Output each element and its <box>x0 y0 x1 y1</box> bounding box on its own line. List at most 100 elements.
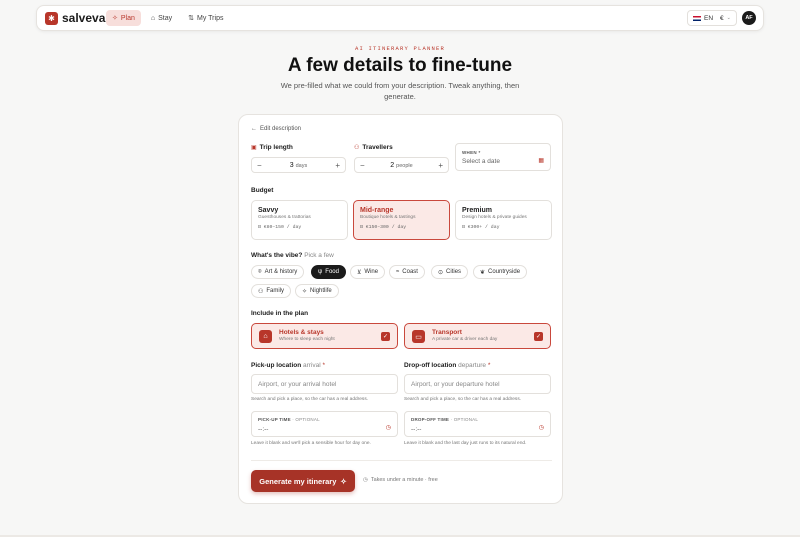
dropoff-time-label: DROP-OFF TIME · OPTIONAL <box>411 417 478 422</box>
chevron-down-icon: ⌄ <box>726 15 731 21</box>
vibe-chip-countryside[interactable]: ❦ Countryside <box>473 265 528 279</box>
generate-itinerary-button[interactable]: Generate my itinerary ✧ <box>251 470 355 492</box>
car-icon: ▭ <box>412 330 425 343</box>
dropoff-time-optional: · OPTIONAL <box>450 417 479 422</box>
nav-tab-label: My Trips <box>197 14 224 22</box>
checkbox-checked-icon[interactable]: ✓ <box>534 332 543 341</box>
chip-label: Countryside <box>488 269 521 275</box>
wallet-icon: ⊟ <box>462 225 465 230</box>
vibe-chip-family[interactable]: ⚇ Family <box>251 284 292 298</box>
vibe-chip-art-history[interactable]: ⌾ Art & history <box>251 265 305 279</box>
include-label: Include in the plan <box>251 310 309 317</box>
vibe-chip-cities[interactable]: ⊙ Cities <box>431 265 469 279</box>
generate-note-text: Takes under a minute · free <box>370 477 438 483</box>
brand-name: salveva <box>62 11 106 25</box>
include-title: Hotels & stays <box>279 329 324 336</box>
people-icon: ⚇ <box>354 145 360 151</box>
increment-button[interactable]: + <box>335 161 340 170</box>
uk-flag-icon <box>693 15 701 21</box>
nav-tab-label: Stay <box>158 14 173 22</box>
pickup-modifier: arrival <box>303 362 321 369</box>
wallet-icon: ⊟ <box>360 225 363 230</box>
travellers-number: 2 <box>390 161 395 169</box>
route-icon: ⇅ <box>188 15 195 22</box>
pickup-time-hint: Leave it blank and we'll pick a sensible… <box>251 441 371 446</box>
budget-option-premium[interactable]: Premium Design hotels & private guides ⊟… <box>455 200 552 240</box>
dropoff-time-value: --:-- <box>411 426 422 433</box>
brand-logo[interactable]: ✱ salveva <box>45 11 105 25</box>
checkbox-checked-icon[interactable]: ✓ <box>381 332 390 341</box>
pickup-time-value: --:-- <box>258 426 269 433</box>
when-placeholder: Select a date <box>462 158 500 165</box>
travellers-label: ⚇ Travellers <box>354 144 393 151</box>
pickup-time-label: PICK-UP TIME · OPTIONAL <box>258 417 320 422</box>
vibe-heading: What's the vibe? Pick a few <box>251 252 334 259</box>
utensils-icon: ψ <box>318 269 323 275</box>
page-title: A few details to fine-tune <box>287 55 513 76</box>
include-transport-toggle[interactable]: ▭ Transport A private car & driver each … <box>404 323 551 349</box>
budget-title: Mid-range <box>360 207 394 214</box>
chip-label: Coast <box>402 269 418 275</box>
trip-length-unit: days <box>295 162 308 169</box>
chip-label: Wine <box>364 269 379 275</box>
travellers-stepper: − 2 people + <box>354 157 449 173</box>
pickup-time-input[interactable]: PICK-UP TIME · OPTIONAL --:-- ◷ <box>251 411 398 437</box>
vibe-chip-coast[interactable]: ≈ Coast <box>389 265 425 279</box>
language-code: EN <box>704 14 714 22</box>
budget-option-savvy[interactable]: Savvy Guesthouses & trattorias ⊟ €80–150… <box>251 200 348 240</box>
edit-description-label: Edit description <box>260 126 302 132</box>
nav-tab-stay[interactable]: ⌂ Stay <box>145 10 178 26</box>
budget-desc: Boutique hotels & tastings <box>360 215 416 220</box>
nav-tab-plan[interactable]: ✧ Plan <box>106 10 141 26</box>
budget-price-text: €80–150 / day <box>263 225 302 230</box>
logo-icon: ✱ <box>45 11 58 25</box>
clock-icon: ◷ <box>538 425 544 431</box>
chip-label: Family <box>266 288 285 294</box>
trip-length-label: ▣ Trip length <box>251 144 293 151</box>
edit-description-link[interactable]: ← Edit description <box>251 126 301 132</box>
vibe-chip-food[interactable]: ψ Food <box>311 265 346 279</box>
dropoff-time-hint: Leave it blank and the last day just run… <box>404 441 527 446</box>
clock-icon: ◷ <box>363 477 368 483</box>
vibe-label: What's the vibe? <box>251 252 303 259</box>
trip-length-value: 3 days <box>290 162 307 169</box>
include-desc: A private car & driver each day <box>432 337 498 342</box>
required-marker: * <box>487 362 491 369</box>
dropoff-time-input[interactable]: DROP-OFF TIME · OPTIONAL --:-- ◷ <box>404 411 551 437</box>
trip-length-text: Trip length <box>259 144 293 151</box>
dropoff-time-label-text: DROP-OFF TIME <box>411 417 450 422</box>
decrement-button[interactable]: − <box>360 161 365 170</box>
budget-price: ⊟ €300+ / day <box>462 225 545 230</box>
sparkle-icon: ✧ <box>302 288 308 295</box>
decrement-button[interactable]: − <box>257 161 262 170</box>
language-currency-selector[interactable]: EN € ⌄ <box>687 10 737 26</box>
budget-title: Premium <box>462 207 492 214</box>
travellers-unit: people <box>396 162 413 169</box>
budget-option-mid-range[interactable]: Mid-range Boutique hotels & tastings ⊟ €… <box>353 200 450 240</box>
waves-icon: ≈ <box>396 269 400 275</box>
budget-price-text: €300+ / day <box>467 225 500 230</box>
budget-desc: Design hotels & private guides <box>462 215 527 220</box>
nav-tab-my-trips[interactable]: ⇅ My Trips <box>182 10 229 26</box>
vibe-hint: Pick a few <box>304 252 334 259</box>
dropoff-hint: Search and pick a place, so the car has … <box>404 397 522 402</box>
pickup-hint: Search and pick a place, so the car has … <box>251 397 369 402</box>
generate-label: Generate my itinerary <box>259 476 337 486</box>
budget-label: Budget <box>251 187 274 194</box>
when-date-field[interactable]: WHEN * Select a date ▦ <box>455 143 551 171</box>
generate-note: ◷ Takes under a minute · free <box>363 477 438 483</box>
travellers-value: 2 people <box>390 162 412 169</box>
trip-details-form: ← Edit description ▣ Trip length − 3 days … <box>238 114 563 504</box>
include-hotels-toggle[interactable]: ⌂ Hotels & stays Where to sleep each nig… <box>251 323 398 349</box>
pickup-time-optional: · OPTIONAL <box>292 417 320 422</box>
vibe-chip-nightlife[interactable]: ✧ Nightlife <box>295 284 339 298</box>
vibe-chip-wine[interactable]: ⊻ Wine <box>350 265 386 279</box>
bed-icon: ⌂ <box>259 330 272 343</box>
clock-icon: ◷ <box>385 425 391 431</box>
chip-label: Art & history <box>264 269 298 275</box>
user-avatar[interactable]: AF <box>742 11 756 25</box>
dropoff-location-input[interactable]: Airport, or your departure hotel <box>404 374 551 394</box>
nav-tab-label: Plan <box>120 14 135 22</box>
increment-button[interactable]: + <box>438 161 443 170</box>
pickup-location-input[interactable]: Airport, or your arrival hotel <box>251 374 398 394</box>
